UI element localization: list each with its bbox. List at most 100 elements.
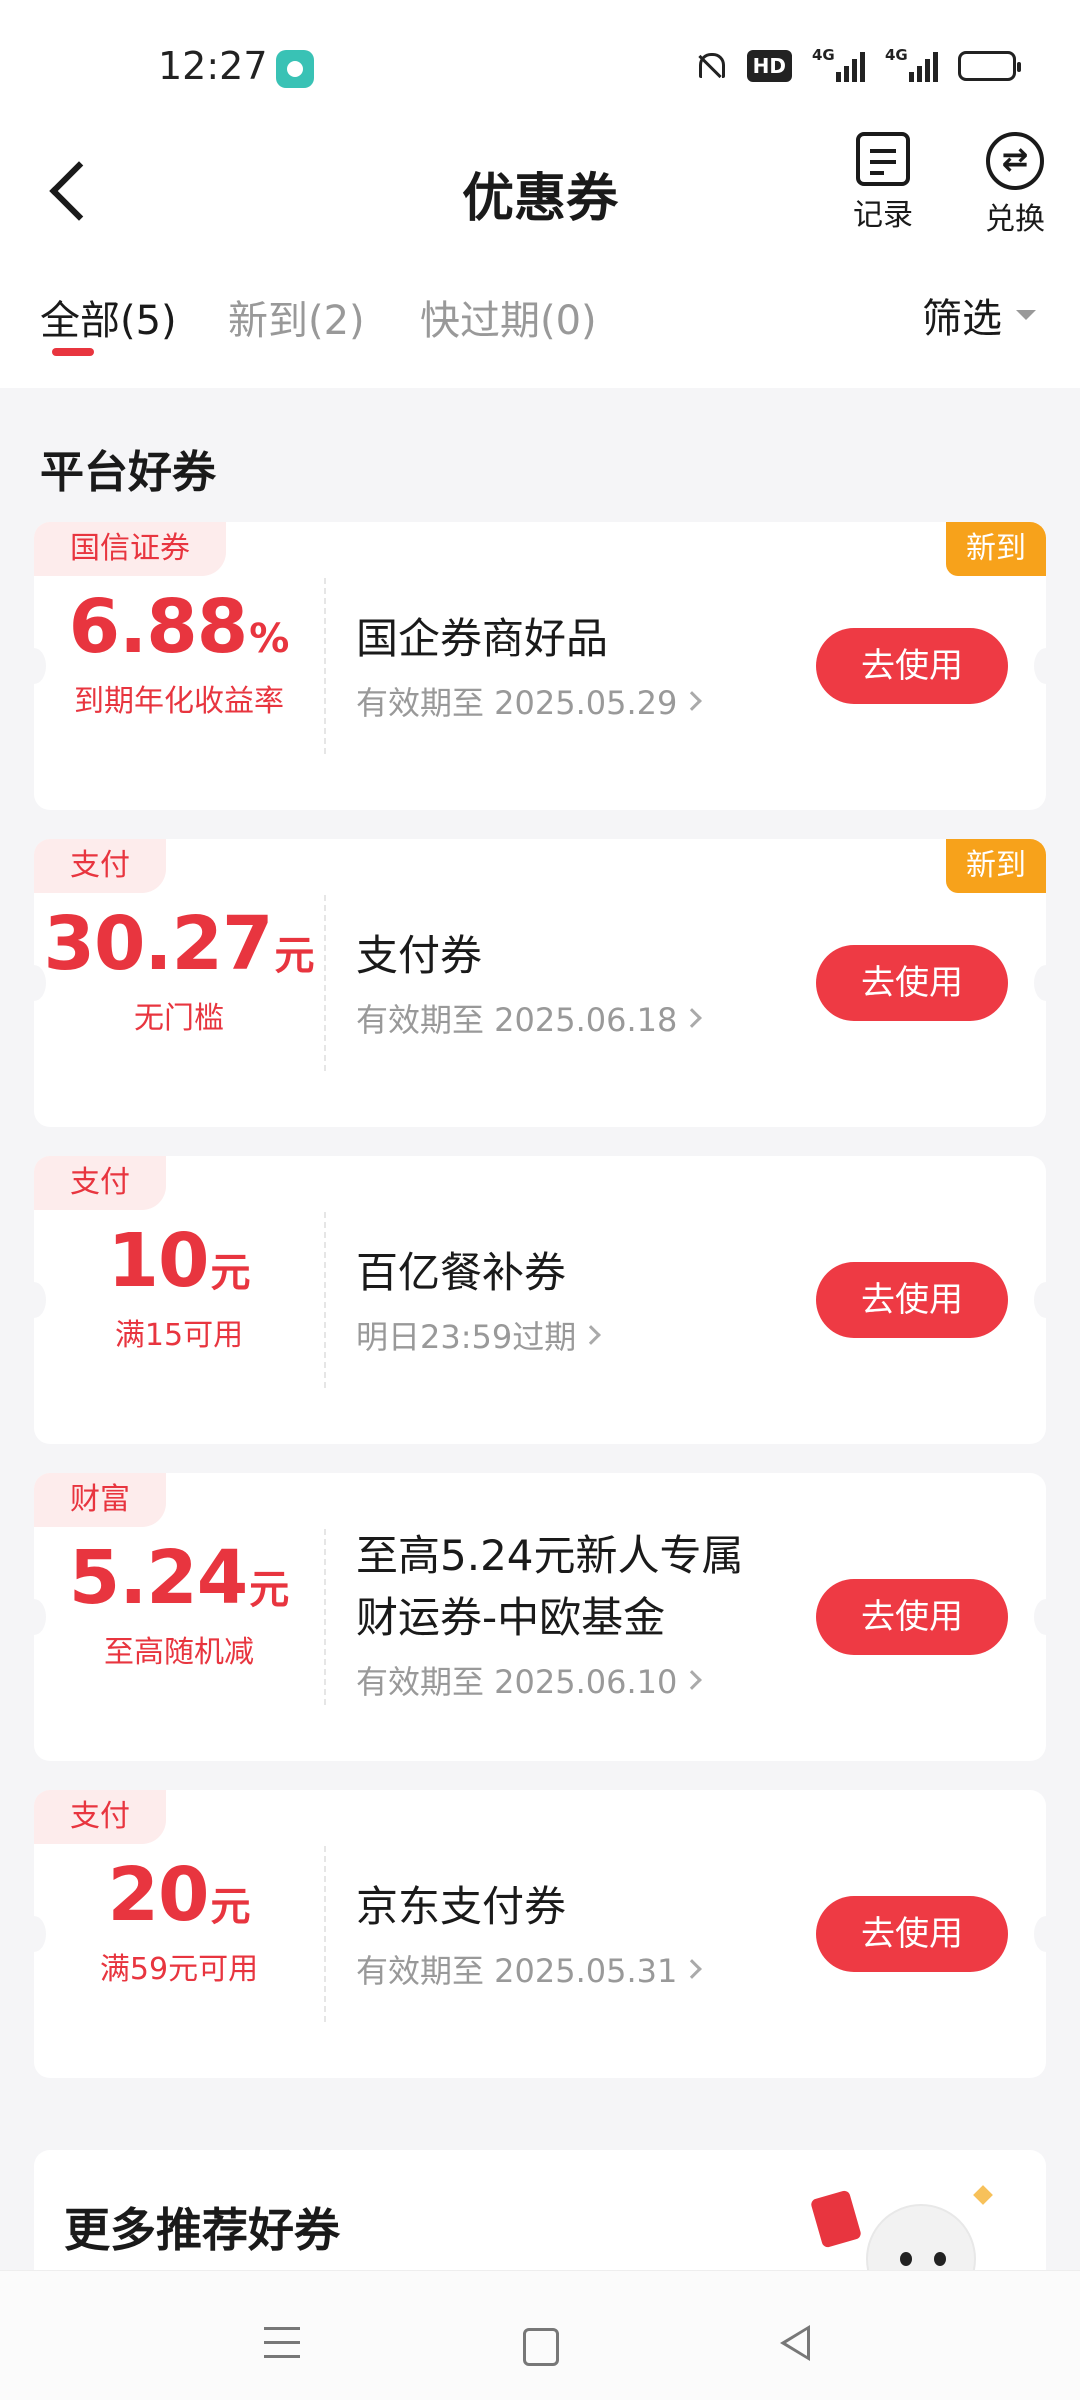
coupon-validity[interactable]: 有效期至 2025.05.29: [356, 678, 816, 724]
exchange-icon: [986, 132, 1044, 190]
coupon-info: 至高5.24元新人专属 财运券-中欧基金 有效期至 2025.06.10: [356, 1525, 816, 1703]
tab-all[interactable]: 全部(5): [40, 288, 177, 346]
app-notification-icon: [276, 50, 314, 88]
use-button[interactable]: 去使用: [816, 1579, 1008, 1655]
coupon-value: 10元 满15可用: [34, 1224, 324, 1354]
signal-icon: 4G: [812, 46, 865, 82]
use-button[interactable]: 去使用: [816, 1262, 1008, 1338]
coupon-name: 国企券商好品: [356, 614, 609, 663]
tabs-bar: 全部(5) 新到(2) 快过期(0) 筛选: [0, 262, 1080, 388]
coupon-value: 30.27元 无门槛: [34, 907, 324, 1037]
value-condition: 无门槛: [134, 1001, 224, 1036]
coupon-info: 支付券 有效期至 2025.06.18: [356, 925, 816, 1041]
coupon-validity[interactable]: 有效期至 2025.05.31: [356, 1946, 816, 1992]
category-tag: 国信证券: [34, 522, 226, 576]
signal-label: 4G: [812, 46, 835, 64]
exchange-button[interactable]: 兑换: [970, 132, 1060, 238]
coupon-name: 百亿餐补券: [356, 1248, 567, 1297]
coupon-card: 支付 20元 满59元可用 京东支付券 有效期至 2025.05.31 去使用: [22, 1790, 1058, 2078]
record-button[interactable]: 记录: [838, 132, 928, 234]
coupon-info: 京东支付券 有效期至 2025.05.31: [356, 1876, 816, 1992]
filter-label: 筛选: [922, 296, 1002, 342]
value-condition: 至高随机减: [104, 1635, 254, 1670]
value-condition: 满15可用: [114, 1318, 244, 1353]
coupon-value: 20元 满59元可用: [34, 1858, 324, 1988]
coupon-validity[interactable]: 有效期至 2025.06.18: [356, 995, 816, 1041]
tab-new[interactable]: 新到(2): [228, 288, 365, 346]
caret-down-icon: [1016, 310, 1036, 320]
validity-text: 有效期至 2025.06.10: [356, 1663, 678, 1701]
more-recommended-card[interactable]: 更多推荐好券: [34, 2150, 1046, 2270]
coupon-name: 至高5.24元新人专属: [356, 1531, 744, 1580]
chevron-right-icon: [682, 1008, 703, 1028]
validity-text: 有效期至 2025.05.31: [356, 1952, 678, 1990]
more-recommended-title: 更多推荐好券: [64, 2203, 340, 2257]
divider: [324, 895, 326, 1071]
dog-mascot-icon: [866, 2204, 976, 2270]
coupon-value: 5.24元 至高随机减: [34, 1541, 324, 1671]
validity-text: 明日23:59过期: [356, 1318, 577, 1356]
use-button[interactable]: 去使用: [816, 1896, 1008, 1972]
new-tag: 新到: [946, 839, 1046, 893]
value-amount: 20: [107, 1852, 210, 1938]
status-time: 12:27: [158, 44, 268, 88]
signal-icon: 4G: [885, 46, 938, 82]
coupon-card: 财富 5.24元 至高随机减 至高5.24元新人专属 财运券-中欧基金 有效期至…: [22, 1473, 1058, 1761]
coupon-info: 百亿餐补券 明日23:59过期: [356, 1242, 816, 1358]
coupon-name: 支付券: [356, 931, 483, 980]
category-tag: 支付: [34, 1156, 166, 1210]
value-unit: 元: [249, 1567, 290, 1613]
signal-label: 4G: [885, 46, 908, 64]
coupon-card: 国信证券 新到 6.88% 到期年化收益率 国企券商好品 有效期至 2025.0…: [22, 522, 1058, 810]
app-header: 优惠券 记录 兑换: [0, 132, 1080, 262]
sparkle-icon: [973, 2185, 993, 2205]
coupon-card: 支付 10元 满15可用 百亿餐补券 明日23:59过期 去使用: [22, 1156, 1058, 1444]
divider: [324, 1212, 326, 1388]
hd-icon: HD: [746, 50, 792, 82]
value-condition: 到期年化收益率: [74, 684, 284, 719]
status-bar: 12:27 HD 4G 4G: [0, 0, 1080, 132]
record-label: 记录: [853, 198, 913, 233]
value-amount: 5.24: [68, 1535, 249, 1621]
use-button[interactable]: 去使用: [816, 628, 1008, 704]
category-tag: 财富: [34, 1473, 166, 1527]
menu-icon[interactable]: [252, 2315, 312, 2375]
new-tag: 新到: [946, 522, 1046, 576]
use-button[interactable]: 去使用: [816, 945, 1008, 1021]
coupon-name: 京东支付券: [356, 1882, 567, 1931]
value-unit: %: [249, 616, 290, 662]
record-icon: [856, 132, 910, 186]
back-triangle-icon[interactable]: [768, 2315, 828, 2375]
status-icons: HD 4G 4G: [693, 46, 1021, 86]
chevron-right-icon: [682, 1959, 703, 1979]
filter-button[interactable]: 筛选: [922, 286, 1036, 344]
divider: [324, 1529, 326, 1705]
chevron-right-icon: [581, 1325, 602, 1345]
divider: [324, 578, 326, 754]
tab-expiring[interactable]: 快过期(0): [420, 288, 597, 346]
coupon-value: 6.88% 到期年化收益率: [34, 590, 324, 720]
validity-text: 有效期至 2025.05.29: [356, 684, 678, 722]
value-unit: 元: [274, 933, 315, 979]
chevron-right-icon: [682, 691, 703, 711]
section-title: 平台好券: [40, 447, 216, 498]
divider: [324, 1846, 326, 2022]
value-amount: 6.88: [68, 584, 249, 670]
coupon-validity[interactable]: 有效期至 2025.06.10: [356, 1657, 816, 1703]
mute-bell-icon: [693, 49, 727, 83]
mascot-illustration: [796, 2180, 996, 2270]
battery-icon: [958, 51, 1021, 81]
coupon-name-line2: 财运券-中欧基金: [356, 1593, 666, 1642]
value-amount: 10: [107, 1218, 210, 1304]
coupon-card: 支付 新到 30.27元 无门槛 支付券 有效期至 2025.06.18 去使用: [22, 839, 1058, 1127]
value-unit: 元: [210, 1884, 251, 1930]
coupon-validity[interactable]: 明日23:59过期: [356, 1312, 816, 1358]
category-tag: 支付: [34, 1790, 166, 1844]
exchange-label: 兑换: [985, 202, 1045, 237]
home-icon[interactable]: [510, 2315, 570, 2375]
system-nav-bar: [0, 2270, 1080, 2400]
coupon-info: 国企券商好品 有效期至 2025.05.29: [356, 608, 816, 724]
validity-text: 有效期至 2025.06.18: [356, 1001, 678, 1039]
value-condition: 满59元可用: [99, 1952, 259, 1987]
value-amount: 30.27: [43, 901, 273, 987]
